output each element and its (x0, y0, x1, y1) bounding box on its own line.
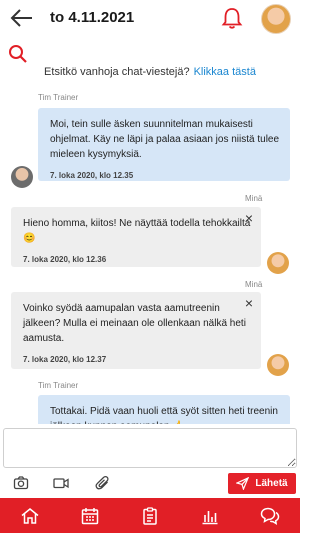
page-title: to 4.11.2021 (50, 9, 135, 26)
message-input[interactable] (3, 428, 297, 468)
nav-item-program[interactable] (120, 498, 180, 533)
camera-icon[interactable] (13, 475, 29, 491)
nav-item-chat[interactable] (240, 498, 300, 533)
chart-icon (202, 510, 218, 524)
message-bubble: × Hieno homma, kiitos! Ne näyttää todell… (11, 207, 261, 267)
my-avatar (267, 252, 289, 274)
close-icon[interactable]: × (245, 296, 253, 310)
close-icon[interactable]: × (245, 211, 253, 225)
message-text: Moi, tein sulle äsken suunnitelman mukai… (50, 119, 280, 160)
my-avatar (267, 354, 289, 376)
bottom-nav (0, 498, 300, 533)
hint-text: Etsitkö vanhoja chat-viestejä? (44, 66, 190, 78)
send-button[interactable]: Lähetä (228, 473, 296, 494)
message-sender: Tim Trainer (38, 381, 79, 390)
home-icon (21, 507, 39, 524)
video-icon[interactable] (53, 475, 69, 491)
trainer-avatar (11, 166, 33, 188)
search-icon[interactable] (8, 44, 28, 64)
message-text: Voinko syödä aamupalan vasta aamutreenin… (23, 303, 246, 344)
clipboard-icon (143, 506, 157, 525)
message-sender: Tim Trainer (38, 93, 79, 102)
message-text: Hieno homma, kiitos! Ne näyttää todella … (23, 218, 251, 244)
send-label: Lähetä (255, 478, 288, 489)
message-bubble: × Voinko syödä aamupalan vasta aamutreen… (11, 292, 261, 369)
message-sender: Minä (245, 194, 263, 203)
message-time: 7. loka 2020, klo 12.37 (23, 355, 107, 364)
message-text: Tottakai. Pidä vaan huoli että syöt sitt… (50, 406, 278, 424)
nav-item-stats[interactable] (180, 498, 240, 533)
bell-icon[interactable] (221, 6, 243, 30)
message-bubble: Tottakai. Pidä vaan huoli että syöt sitt… (38, 395, 290, 424)
message-sender: Minä (245, 280, 263, 289)
chat-thread[interactable]: Tim Trainer Moi, tein sulle äsken suunni… (0, 86, 300, 424)
message-bubble: Moi, tein sulle äsken suunnitelman mukai… (38, 108, 290, 181)
message-time: 7. loka 2020, klo 12.36 (23, 255, 107, 264)
old-messages-hint: Etsitkö vanhoja chat-viestejä? Klikkaa tä… (0, 66, 300, 78)
chat-icon (260, 507, 280, 525)
message-time: 7. loka 2020, klo 12.35 (50, 171, 134, 180)
header: to 4.11.2021 (0, 0, 300, 38)
calendar-icon (81, 507, 99, 524)
arrow-left-icon[interactable] (10, 7, 34, 29)
send-icon (236, 477, 250, 490)
nav-item-home[interactable] (0, 498, 60, 533)
nav-item-calendar[interactable] (60, 498, 120, 533)
paperclip-icon[interactable] (95, 475, 111, 491)
old-messages-link[interactable]: Klikkaa tästä (194, 66, 256, 78)
profile-avatar[interactable] (261, 4, 291, 34)
